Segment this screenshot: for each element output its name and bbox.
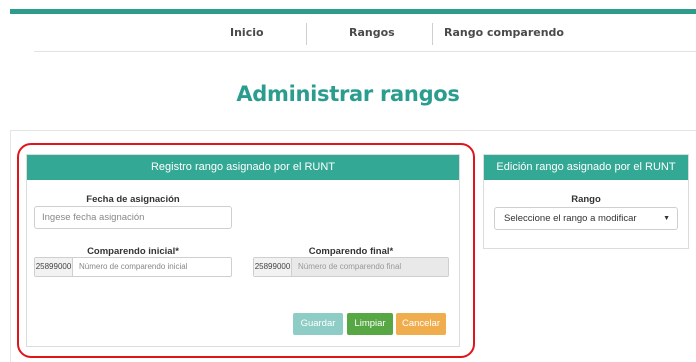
nav-item-inicio[interactable]: Inicio <box>230 18 264 51</box>
nav-item-rango-comparendo[interactable]: Rango comparendo <box>444 18 564 51</box>
nav-divider <box>432 23 433 45</box>
nav-item-rangos[interactable]: Rangos <box>349 18 395 51</box>
page-title: Administrar rangos <box>236 82 460 106</box>
nav-divider <box>306 23 307 45</box>
top-accent-bar <box>10 9 696 14</box>
chevron-down-icon: ▼ <box>663 215 670 222</box>
highlight-outline <box>17 143 475 358</box>
edicion-panel-header: Edición rango asignado por el RUNT <box>484 155 688 180</box>
rango-label: Rango <box>571 194 601 205</box>
main-nav: Inicio Rangos Rango comparendo <box>34 18 696 52</box>
rango-select-value: Seleccione el rango a modificar <box>504 213 637 224</box>
top-bar <box>0 0 696 14</box>
rango-select[interactable]: Seleccione el rango a modificar ▼ <box>494 207 678 230</box>
